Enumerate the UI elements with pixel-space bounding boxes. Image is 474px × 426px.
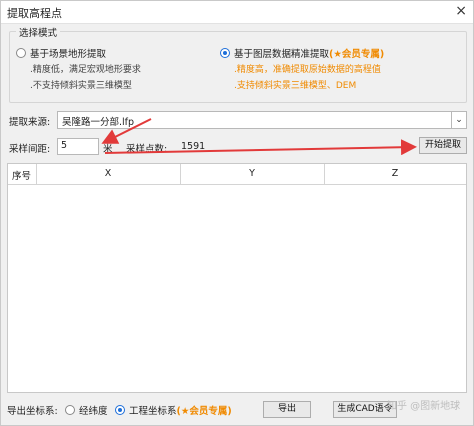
annotation-arrows <box>101 118 417 156</box>
arrow-to-start-button <box>104 139 417 156</box>
dialog-window: 提取高程点 × 选择模式 基于场景地形提取 .精度低，满足宏观地形要求 .不支持… <box>0 0 474 426</box>
arrow-to-interval <box>101 118 152 144</box>
